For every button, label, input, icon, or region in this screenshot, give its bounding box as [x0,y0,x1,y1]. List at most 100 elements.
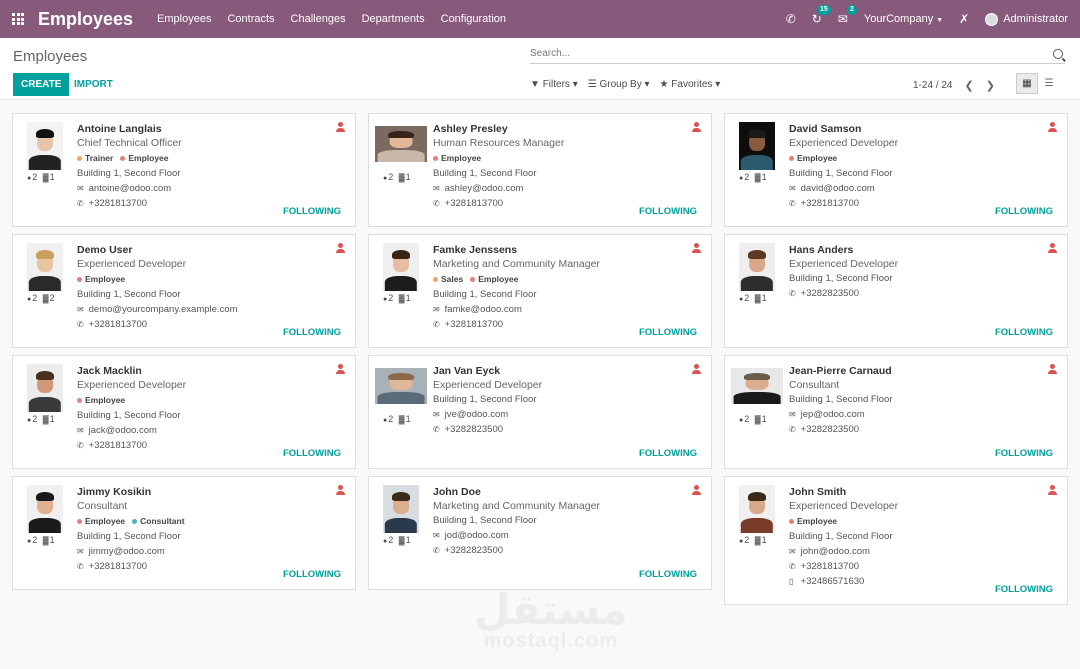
employee-job-title: Human Resources Manager [433,137,565,149]
following-button[interactable]: FOLLOWING [995,448,1053,459]
employee-card[interactable]: ●2 ▓2 Demo User Experienced Developer Emplo… [12,234,356,348]
phone-icon: ✆ [77,199,84,208]
employee-job-title: Experienced Developer [789,500,899,512]
employee-phone: +3281813700 [444,319,504,330]
employee-email[interactable]: demo@yourcompany.example.com [89,304,238,315]
employee-job-title: Consultant [77,500,128,512]
employee-email[interactable]: jep@odoo.com [801,409,865,420]
email-row: ✉ famke@odoo.com [433,302,703,317]
company-switcher[interactable]: YourCompany ▼ [864,13,943,25]
envelope-icon: ✉ [789,184,796,193]
following-button[interactable]: FOLLOWING [995,206,1053,217]
follower-count: 2 [49,293,55,303]
envelope-icon: ✉ [77,426,84,435]
employee-email[interactable]: antoine@odoo.com [89,183,172,194]
import-button[interactable]: IMPORT [66,73,121,96]
employee-phone: +3281813700 [800,561,860,572]
presence-user-icon [336,243,345,253]
employee-email[interactable]: jimmy@odoo.com [89,546,165,557]
create-button[interactable]: CREATE [13,73,70,96]
activity-clock-icon[interactable]: ↻ 15 [812,5,831,26]
groupby-dropdown[interactable]: ☰ Group By ▾ [588,79,650,90]
following-button[interactable]: FOLLOWING [283,569,341,580]
phone-icon: ✆ [789,199,796,208]
search-icon[interactable] [1053,49,1063,59]
email-row: ✉ demo@yourcompany.example.com [77,302,347,317]
list-view-icon[interactable]: ☰ [1038,73,1060,94]
main-menu: Employees Contracts Challenges Departmen… [157,13,506,25]
employee-card[interactable]: ●2 ▓1 Famke Jenssens Marketing and Communi… [368,234,712,348]
employee-card[interactable]: ●2 ▓1 Hans Anders Experienced Developer Bui… [724,234,1068,348]
employee-name: Demo User [77,244,133,256]
comments-icon: ● [383,296,388,303]
employee-card[interactable]: ●2 ▓1 Ashley Presley Human Resources Manag… [368,113,712,227]
employee-card[interactable]: ●2 ▓1 David Samson Experienced Developer Em… [724,113,1068,227]
user-menu[interactable]: Administrator [985,12,1068,26]
messages-icon[interactable]: ✉ 2 [838,5,857,26]
employee-name: Jack Macklin [77,365,142,377]
followers-icon: ▓ [42,536,49,545]
page-title: Employees [13,48,88,65]
employee-job-title: Consultant [789,379,840,391]
employee-card[interactable]: ●2 ▓1 John Doe Marketing and Community Man… [368,476,712,590]
employee-stats: ●2 ▓1 [739,414,767,424]
pager-value[interactable]: 1-24 / 24 [913,80,952,91]
phone-icon[interactable]: ✆ [786,12,796,26]
company-name: YourCompany [863,13,934,25]
employee-email[interactable]: david@odoo.com [801,183,875,194]
employee-name: Jean-Pierre Carnaud [789,365,892,377]
employee-email[interactable]: jod@odoo.com [445,530,509,541]
kanban-view-icon[interactable]: ▦ [1016,73,1038,94]
following-button[interactable]: FOLLOWING [995,327,1053,338]
followers-icon: ▓ [754,294,761,303]
employee-email[interactable]: jve@odoo.com [445,409,509,420]
employee-email[interactable]: ashley@odoo.com [445,183,524,194]
tag-list: Trainer Employee [77,152,347,164]
employee-phone: +3282823500 [444,545,504,556]
employee-job-title: Experienced Developer [789,137,899,149]
employee-photo [739,243,775,291]
apps-menu-icon[interactable] [12,13,24,25]
chevron-right-icon[interactable]: ❯ [986,79,995,92]
employee-location: Building 1, Second Floor [433,289,537,300]
following-button[interactable]: FOLLOWING [639,448,697,459]
menu-employees[interactable]: Employees [157,13,211,25]
employee-name: Jimmy Kosikin [77,486,152,498]
presence-user-icon [692,122,701,132]
employee-phone: +3281813700 [88,319,148,330]
following-button[interactable]: FOLLOWING [995,584,1053,595]
following-button[interactable]: FOLLOWING [283,206,341,217]
employee-name: Ashley Presley [433,123,508,135]
following-button[interactable]: FOLLOWING [283,327,341,338]
comments-icon: ● [739,538,744,545]
employee-tag: Employee [433,152,481,164]
employee-stats: ●2 ▓1 [383,414,411,424]
employee-stats: ●2 ▓2 [27,293,55,303]
following-button[interactable]: FOLLOWING [283,448,341,459]
debug-tools-icon[interactable]: ✗ [959,12,969,26]
employee-name: John Doe [433,486,481,498]
filters-dropdown[interactable]: ▼ Filters ▾ [530,79,578,90]
employee-email[interactable]: famke@odoo.com [445,304,522,315]
employee-card[interactable]: ●2 ▓1 Jack Macklin Experienced Developer Em… [12,355,356,469]
favorites-dropdown[interactable]: ★ Favorites ▾ [660,79,721,90]
following-button[interactable]: FOLLOWING [639,206,697,217]
employee-card[interactable]: ●2 ▓1 Antoine Langlais Chief Technical Off… [12,113,356,227]
menu-departments[interactable]: Departments [362,13,425,25]
menu-configuration[interactable]: Configuration [441,13,506,25]
menu-contracts[interactable]: Contracts [227,13,274,25]
message-count: 2 [744,414,750,424]
menu-challenges[interactable]: Challenges [291,13,346,25]
employee-card[interactable]: ●2 ▓1 Jean-Pierre Carnaud Consultant Buildi… [724,355,1068,469]
search-input[interactable] [530,47,1065,59]
employee-card[interactable]: ●2 ▓1 John Smith Experienced Developer Empl… [724,476,1068,605]
following-button[interactable]: FOLLOWING [639,569,697,580]
chevron-left-icon[interactable]: ❮ [964,79,973,92]
employee-card[interactable]: ●2 ▓1 Jimmy Kosikin Consultant Employee Cons… [12,476,356,590]
employee-email[interactable]: john@odoo.com [801,546,870,557]
employee-email[interactable]: jack@odoo.com [89,425,157,436]
following-button[interactable]: FOLLOWING [639,327,697,338]
employee-stats: ●2 ▓1 [383,172,411,182]
employee-card[interactable]: ●2 ▓1 Jan Van Eyck Experienced Developer Bu… [368,355,712,469]
employee-name: Antoine Langlais [77,123,162,135]
